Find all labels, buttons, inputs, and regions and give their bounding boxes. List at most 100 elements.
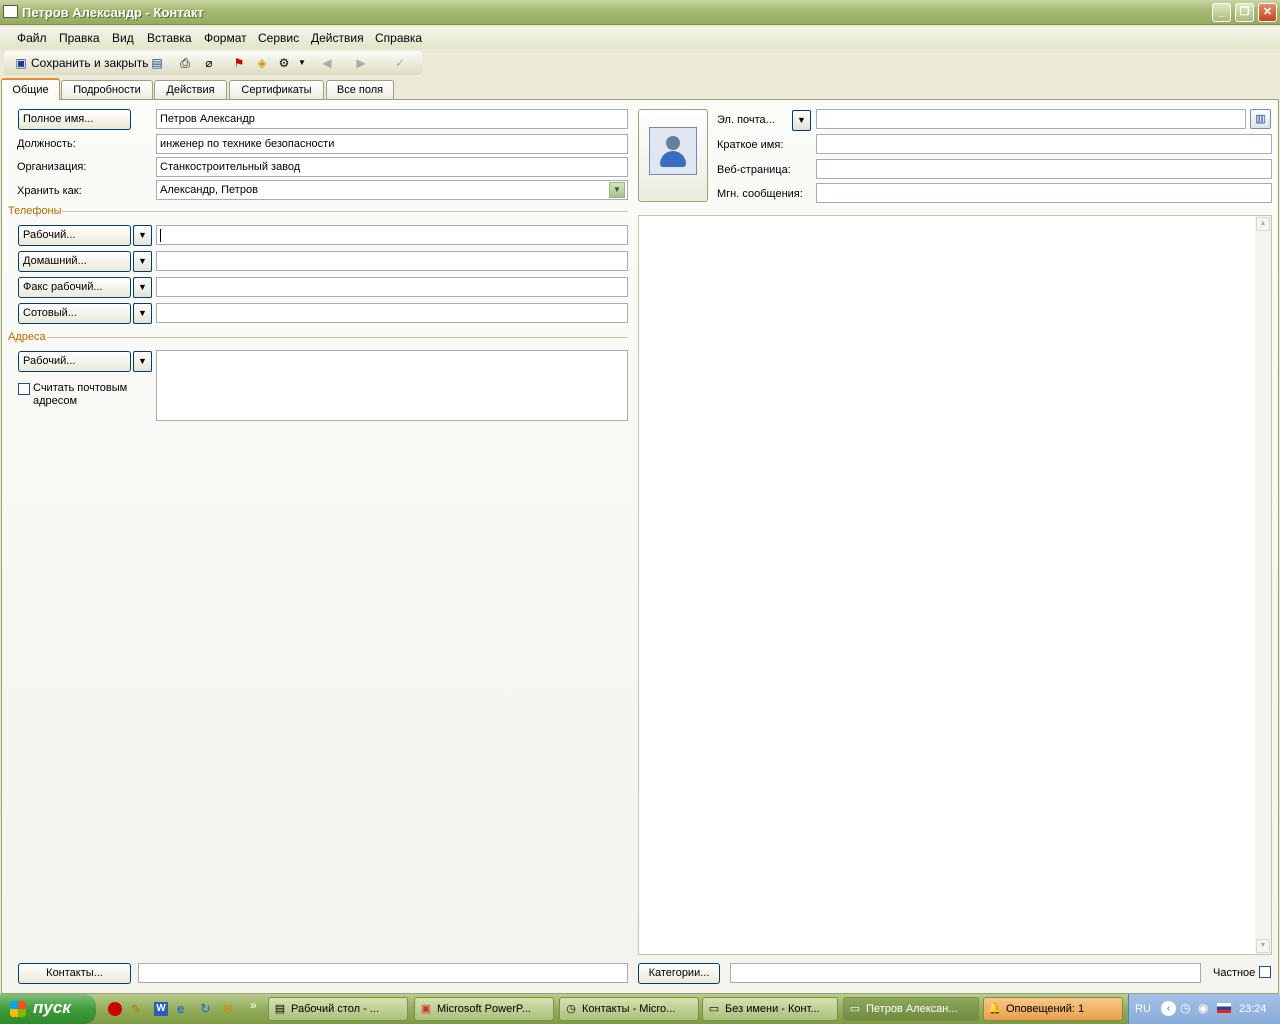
business-phone-field[interactable] — [156, 225, 628, 245]
scroll-up-icon[interactable]: ▲ — [1256, 217, 1270, 231]
options-icon[interactable]: ⚙ — [277, 56, 291, 70]
menu-tools[interactable]: Сервис — [258, 31, 299, 45]
business-fax-button[interactable]: Факс рабочий... — [18, 277, 131, 298]
refresh-icon[interactable]: ↻ — [200, 1002, 214, 1016]
title-bar[interactable]: Петров Александр - Контакт _ ❐ ✕ — [0, 0, 1280, 25]
business-phone-button[interactable]: Рабочий... — [18, 225, 131, 246]
contacts-button[interactable]: Контакты... — [18, 963, 131, 984]
organization-field[interactable]: Станкостроительный завод — [156, 157, 628, 177]
clock[interactable]: 23:24 — [1239, 1003, 1267, 1015]
taskbar-item-reminders[interactable]: 🔔 Оповещений: 1 — [983, 997, 1123, 1021]
mobile-phone-button[interactable]: Сотовый... — [18, 303, 131, 324]
tab-activities[interactable]: Действия — [154, 80, 227, 99]
taskbar-item-untitled-contact[interactable]: ▭ Без имени - Конт... — [702, 997, 838, 1021]
chevron-down-icon[interactable]: ▼ — [609, 182, 625, 198]
file-as-combo[interactable]: Александр, Петров — [156, 180, 628, 200]
save-as-icon[interactable]: ▤ — [150, 56, 164, 70]
tab-certificates[interactable]: Сертификаты — [229, 80, 324, 99]
email-field[interactable] — [816, 109, 1246, 129]
business-fax-field[interactable] — [156, 277, 628, 297]
notes-textarea[interactable]: ▲ ▼ — [638, 215, 1272, 955]
home-phone-field[interactable] — [156, 251, 628, 271]
pencil-icon[interactable]: ✎ — [131, 1002, 145, 1016]
opera-icon[interactable] — [108, 1002, 122, 1016]
business-address-dropdown[interactable]: ▼ — [133, 351, 152, 372]
email-dropdown[interactable]: ▼ — [792, 110, 811, 131]
address-textarea[interactable] — [156, 350, 628, 421]
business-address-button[interactable]: Рабочий... — [18, 351, 131, 372]
business-fax-dropdown[interactable]: ▼ — [133, 277, 152, 298]
previous-item-icon[interactable]: ◀ — [320, 56, 334, 70]
media-icon[interactable]: ◉ — [1198, 1001, 1212, 1015]
taskbar-item-powerpoint[interactable]: ▣ Microsoft PowerP... — [414, 997, 554, 1021]
contact-card-icon: ▭ — [708, 1003, 720, 1015]
web-page-label: Веб-страница: — [717, 164, 791, 176]
taskbar: пуск ✎ W e ↻ ✉ » ▤ Рабочий стол - ... ▣ Mi… — [0, 994, 1280, 1024]
addresses-section-label: Адреса — [8, 331, 46, 343]
chevron-right-icon[interactable]: » — [250, 998, 257, 1012]
phones-section-label: Телефоны — [8, 205, 62, 217]
address-check-icon[interactable]: ✓ — [393, 56, 407, 70]
next-item-icon[interactable]: ▶ — [354, 56, 368, 70]
taskbar-item-label: Контакты - Micro... — [582, 1003, 676, 1015]
private-checkbox[interactable] — [1259, 966, 1271, 978]
menu-insert[interactable]: Вставка — [147, 31, 192, 45]
display-name-field[interactable] — [816, 134, 1272, 154]
close-button[interactable]: ✕ — [1258, 3, 1277, 22]
business-phone-dropdown[interactable]: ▼ — [133, 225, 152, 246]
clock-app-icon[interactable]: ◷ — [1180, 1001, 1194, 1015]
full-name-button[interactable]: Полное имя... — [18, 109, 131, 130]
notes-scrollbar[interactable]: ▲ ▼ — [1255, 216, 1271, 954]
taskbar-item-label: Без имени - Конт... — [725, 1003, 820, 1015]
flag-icon[interactable]: ⚑ — [232, 56, 246, 70]
flag-ru-icon[interactable] — [1217, 1003, 1231, 1013]
menu-file[interactable]: Файл — [17, 31, 47, 45]
categories-button[interactable]: Категории... — [638, 963, 720, 984]
restore-button[interactable]: ❐ — [1235, 3, 1254, 22]
mailing-address-checkbox[interactable] — [18, 383, 30, 395]
taskbar-item-petrov-contact[interactable]: ▭ Петров Алексан... — [843, 997, 979, 1021]
tab-details[interactable]: Подробности — [61, 80, 153, 99]
tab-all-fields[interactable]: Все поля — [326, 80, 394, 99]
taskbar-item-desktop[interactable]: ▤ Рабочий стол - ... — [268, 997, 408, 1021]
im-address-field[interactable] — [816, 183, 1272, 203]
taskbar-item-contacts[interactable]: ◷ Контакты - Micro... — [559, 997, 699, 1021]
address-book-icon[interactable]: ▥ — [1250, 109, 1271, 129]
web-page-field[interactable] — [816, 159, 1272, 179]
contact-photo-icon — [649, 127, 697, 175]
bell-icon: 🔔 — [988, 1003, 1002, 1015]
save-close-button[interactable]: Сохранить и закрыть — [31, 56, 148, 70]
file-as-label: Хранить как: — [17, 185, 82, 197]
word-icon[interactable]: W — [154, 1002, 168, 1016]
dropdown-arrow-icon[interactable]: ▼ — [295, 56, 309, 70]
menu-format[interactable]: Формат — [204, 31, 247, 45]
private-label: Частное — [1213, 967, 1256, 979]
menu-help[interactable]: Справка — [375, 31, 422, 45]
contact-picture-button[interactable] — [638, 109, 708, 202]
start-button[interactable]: пуск — [0, 994, 96, 1024]
scroll-down-icon[interactable]: ▼ — [1256, 939, 1270, 953]
tray-expand-icon[interactable]: ‹ — [1161, 1001, 1176, 1016]
follow-up-icon[interactable]: ◈ — [255, 56, 269, 70]
attach-icon[interactable]: ⌀ — [202, 56, 216, 70]
home-phone-dropdown[interactable]: ▼ — [133, 251, 152, 272]
categories-field[interactable] — [730, 963, 1201, 983]
outlook-icon[interactable]: ✉ — [223, 1002, 237, 1016]
language-indicator[interactable]: RU — [1135, 1003, 1151, 1015]
menu-edit[interactable]: Правка — [59, 31, 100, 45]
contacts-field[interactable] — [138, 963, 628, 983]
addresses-divider — [47, 337, 628, 338]
menu-view[interactable]: Вид — [112, 31, 134, 45]
minimize-button[interactable]: _ — [1212, 3, 1231, 22]
full-name-field[interactable]: Петров Александр — [156, 109, 628, 129]
internet-explorer-icon[interactable]: e — [177, 1002, 191, 1016]
print-icon[interactable]: ⎙ — [178, 56, 192, 70]
position-field[interactable]: инженер по технике безопасности — [156, 134, 628, 154]
tab-general[interactable]: Общие — [1, 78, 60, 100]
menu-actions[interactable]: Действия — [311, 31, 364, 45]
mobile-phone-field[interactable] — [156, 303, 628, 323]
phones-divider — [62, 211, 628, 212]
mobile-phone-dropdown[interactable]: ▼ — [133, 303, 152, 324]
window-title: Петров Александр - Контакт — [22, 5, 204, 20]
home-phone-button[interactable]: Домашний... — [18, 251, 131, 272]
